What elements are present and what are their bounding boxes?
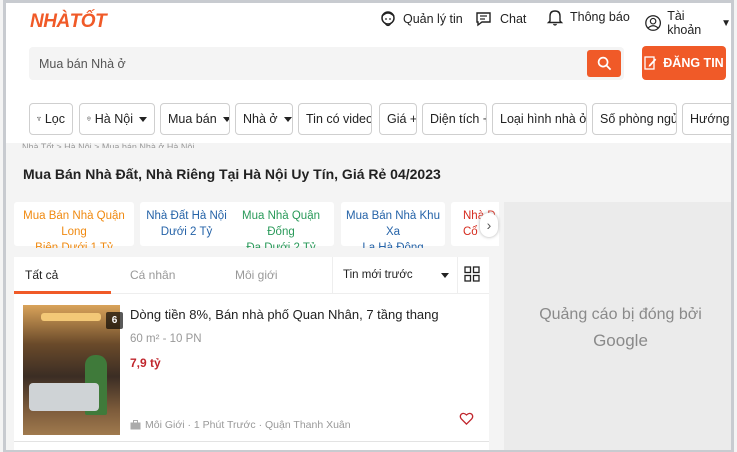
category-line: Dưới 2 Tỷ	[160, 226, 213, 238]
listing-item[interactable]	[14, 441, 489, 450]
category-line: Đa Dưới 2 Tỷ	[246, 242, 316, 248]
edit-icon	[644, 56, 657, 70]
chevron-down-icon	[441, 273, 449, 278]
chevron-down-icon: ▼	[721, 17, 731, 29]
sort-selected: Tin mới trước	[343, 269, 413, 281]
top-bar: NHÀTỐT Quản lý tin Chat Thông báo Tài kh…	[6, 3, 731, 39]
filter-door-direction[interactable]: Hướng cửa	[682, 103, 731, 135]
category-link[interactable]: Mua Bán Nhà Khu Xa La Hà Đông	[341, 202, 445, 248]
listing-footer: Môi Giới · 1 Phút Trước · Quận Thanh Xuâ…	[130, 419, 351, 431]
listing-tabs: Tất cả Cá nhân Môi giới Tin mới trước	[14, 257, 489, 294]
tab-all[interactable]: Tất cả	[25, 268, 58, 282]
filter-property-category[interactable]: Nhà ở	[235, 103, 293, 135]
search-icon	[597, 56, 611, 71]
listing-price: 7,9 tỷ	[130, 356, 161, 370]
chevron-down-icon	[139, 116, 147, 122]
breadcrumb[interactable]: Nhà Tốt > Hà Nội > Mua bán Nhà ở Hà Nội	[22, 142, 194, 148]
search-button[interactable]	[587, 50, 621, 77]
listing-footer-text: Môi Giới · 1 Phút Trước · Quận Thanh Xuâ…	[145, 419, 351, 431]
listing-panel: Tất cả Cá nhân Môi giới Tin mới trước 6 …	[14, 257, 489, 450]
filter-bar: Lọc Hà Nội Mua bán Nhà ở Tin có video + …	[6, 93, 731, 143]
filter-icon	[37, 116, 41, 122]
chip-label: Hướng cửa	[690, 112, 731, 126]
filter-bedrooms[interactable]: Số phòng ngủ +	[592, 103, 677, 135]
page-frame: NHÀTỐT Quản lý tin Chat Thông báo Tài kh…	[3, 0, 734, 452]
chip-label: Loại hình nhà ở +	[500, 112, 587, 126]
grid-view-icon[interactable]	[464, 266, 480, 282]
category-line: Mua Bán Nhà Quận Long	[23, 210, 125, 238]
chip-label: Giá +	[387, 112, 417, 126]
chip-label: Hà Nội	[94, 112, 133, 126]
account-icon	[645, 15, 662, 31]
location-icon	[87, 116, 91, 122]
search-input[interactable]	[29, 47, 579, 80]
chat-icon	[476, 12, 491, 27]
nav-label: Quản lý tin	[403, 12, 463, 26]
listing-title[interactable]: Dòng tiền 8%, Bán nhà phố Quan Nhân, 7 t…	[130, 307, 439, 322]
chevron-down-icon	[283, 116, 292, 122]
ad-closed-brand: Google	[593, 331, 648, 350]
category-link[interactable]: Mua Nhà Quận Đống Đa Dưới 2 Tỷ	[228, 202, 334, 248]
category-link[interactable]: Mua Bán Nhà Quận Long Biên Dưới 1 Tỷ	[14, 202, 134, 248]
tab-individual[interactable]: Cá nhân	[130, 268, 175, 282]
thumbnail-detail	[41, 313, 101, 321]
bell-icon	[546, 10, 564, 26]
nav-manage-posts[interactable]: Quản lý tin	[378, 9, 463, 29]
ad-panel: Quảng cáo bị đóng bởi Google	[504, 202, 731, 450]
nav-account[interactable]: Tài khoản ▼	[644, 9, 731, 37]
chip-label: Diện tích +	[430, 112, 487, 126]
filter-button[interactable]: Lọc	[29, 103, 73, 135]
heart-icon[interactable]	[459, 411, 474, 426]
nav-label: Tài khoản	[667, 9, 702, 37]
broker-icon	[130, 420, 141, 430]
category-line: Mua Bán Nhà Khu Xa	[346, 210, 440, 238]
manager-icon	[381, 11, 395, 27]
chip-label: Mua bán	[168, 112, 217, 126]
post-ad-button[interactable]: ĐĂNG TIN	[642, 46, 726, 80]
active-tab-indicator	[14, 291, 111, 294]
tab-broker[interactable]: Môi giới	[235, 268, 278, 282]
search-box	[29, 47, 624, 80]
filter-area[interactable]: Diện tích +	[422, 103, 487, 135]
filter-transaction-type[interactable]: Mua bán	[160, 103, 230, 135]
category-line: Nhà Đất Hà Nội	[146, 210, 227, 222]
ad-closed-line: Quảng cáo bị đóng bởi	[539, 306, 702, 323]
filter-location[interactable]: Hà Nội	[79, 103, 155, 135]
category-link[interactable]: Nhà Đất Hà Nội Dưới 2 Tỷ	[140, 202, 233, 246]
listing-item[interactable]: 6 Dòng tiền 8%, Bán nhà phố Quan Nhân, 7…	[14, 298, 489, 448]
nav-chat[interactable]: Chat	[475, 9, 526, 29]
image-count-badge: 6	[106, 312, 123, 329]
nav-notifications[interactable]: Thông báo	[545, 7, 630, 27]
site-logo[interactable]: NHÀTỐT	[30, 11, 107, 33]
chip-label: Nhà ở	[243, 112, 278, 126]
search-row: ĐĂNG TIN	[6, 39, 731, 93]
chip-label: Số phòng ngủ +	[600, 112, 677, 126]
category-line: La Hà Đông	[362, 242, 424, 248]
thumbnail-detail	[29, 383, 99, 411]
nav-label: Thông báo	[570, 10, 630, 24]
chevron-down-icon	[222, 116, 229, 122]
chevron-right-icon[interactable]: ›	[480, 213, 498, 237]
page-title: Mua Bán Nhà Đất, Nhà Riêng Tại Hà Nội Uy…	[23, 166, 441, 182]
post-ad-label: ĐĂNG TIN	[663, 56, 724, 70]
filter-house-type[interactable]: Loại hình nhà ở +	[492, 103, 587, 135]
chip-label: Lọc	[44, 112, 65, 126]
filter-video[interactable]: Tin có video +	[298, 103, 372, 135]
filter-price[interactable]: Giá +	[379, 103, 417, 135]
category-line: Biên Dưới 1 Tỷ	[35, 242, 113, 248]
category-line: Mua Nhà Quận Đống	[242, 210, 320, 238]
sort-dropdown[interactable]: Tin mới trước	[332, 257, 458, 294]
listing-meta: 60 m² - 10 PN	[130, 333, 202, 345]
category-shortcuts: Mua Bán Nhà Quận Long Biên Dưới 1 Tỷ Nhà…	[14, 202, 499, 248]
chip-label: Tin có video +	[306, 112, 372, 126]
ad-closed-message: Quảng cáo bị đóng bởi Google	[504, 302, 731, 354]
nav-label: Chat	[500, 12, 527, 26]
